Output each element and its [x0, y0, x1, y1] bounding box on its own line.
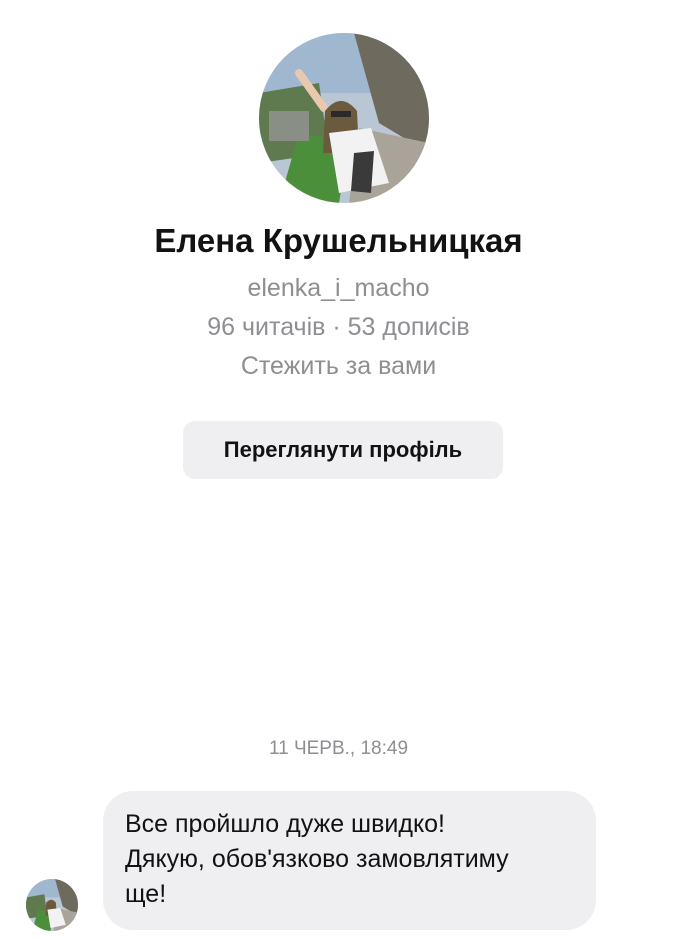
- sender-photo: [26, 879, 78, 931]
- profile-photo: [259, 33, 429, 203]
- message-line: Дякую, обов'язково замовлятиму: [125, 845, 509, 873]
- profile-username: elenka_i_macho: [247, 274, 430, 302]
- profile-avatar[interactable]: [259, 33, 429, 203]
- message-line: ще!: [125, 880, 167, 908]
- message-bubble[interactable]: Все пройшло дуже швидко! Дякую, обов'язк…: [103, 791, 596, 930]
- dm-thread-page: Елена Крушельницкая elenka_i_macho 96 чи…: [0, 0, 677, 938]
- follow-status: Стежить за вами: [240, 352, 437, 380]
- profile-stats: 96 читачів · 53 дописів: [207, 313, 470, 341]
- profile-name: Елена Крушельницкая: [154, 222, 523, 259]
- message-line: Все пройшло дуже швидко!: [125, 810, 446, 838]
- view-profile-button[interactable]: Переглянути профіль: [183, 421, 503, 479]
- message-timestamp: 11 ЧЕРВ., 18:49: [268, 738, 409, 759]
- sender-avatar[interactable]: [26, 879, 78, 931]
